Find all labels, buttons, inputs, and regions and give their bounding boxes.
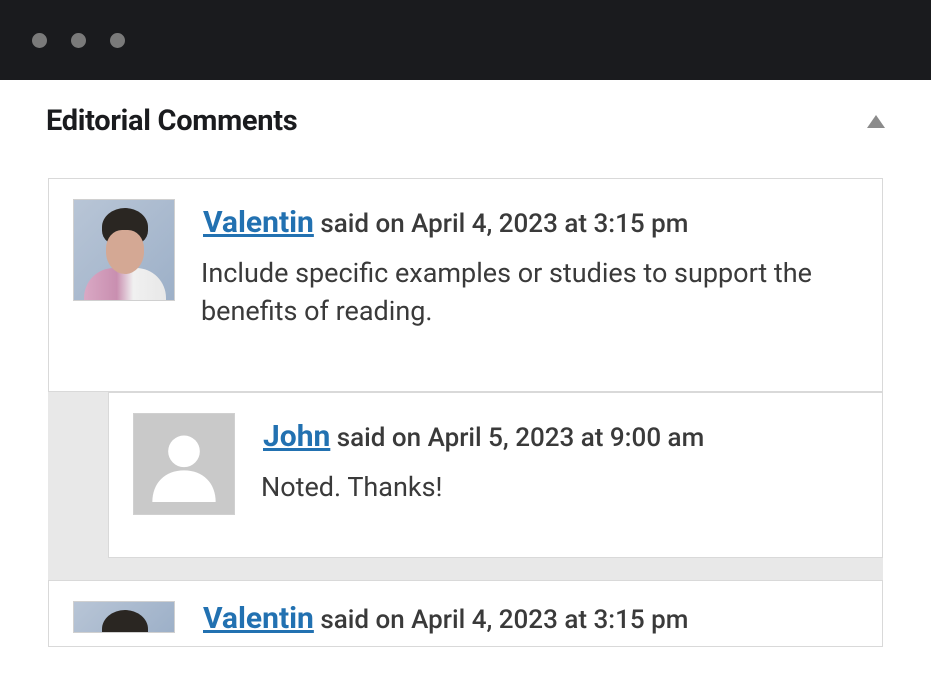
comment-meta: Valentin said on April 4, 2023 at 3:15 p… (203, 605, 858, 632)
comment-author-link[interactable]: Valentin (203, 601, 314, 636)
said-on-label: said on (337, 423, 421, 453)
comment-text: Noted. Thanks! (261, 468, 858, 506)
window-dot (110, 33, 125, 48)
comments-list: Valentin said on April 4, 2023 at 3:15 p… (48, 178, 883, 647)
comment-timestamp: April 5, 2023 at 9:00 am (428, 423, 705, 453)
panel-title: Editorial Comments (46, 104, 297, 138)
said-on-label: said on (320, 209, 404, 239)
comment-author-link[interactable]: John (263, 419, 330, 454)
window-dot (71, 33, 86, 48)
window-dot (32, 33, 47, 48)
comment-meta: Valentin said on April 4, 2023 at 3:15 p… (203, 205, 858, 240)
window-titlebar (0, 0, 931, 80)
comment-text: Include specific examples or studies to … (201, 254, 858, 331)
panel-header[interactable]: Editorial Comments (0, 80, 931, 148)
collapse-up-icon[interactable] (867, 115, 885, 128)
comment-item: Valentin said on April 4, 2023 at 3:15 p… (48, 580, 883, 647)
said-on-label: said on (320, 605, 404, 635)
avatar (73, 601, 175, 633)
comment-meta: John said on April 5, 2023 at 9:00 am (263, 419, 858, 454)
comment-timestamp: April 4, 2023 at 3:15 pm (411, 605, 688, 635)
avatar (73, 199, 175, 301)
comment-timestamp: April 4, 2023 at 3:15 pm (411, 209, 688, 239)
avatar-placeholder (133, 413, 235, 515)
comment-reply-item: John said on April 5, 2023 at 9:00 am No… (108, 392, 883, 558)
comment-author-link[interactable]: Valentin (203, 205, 314, 240)
person-icon (146, 426, 222, 502)
comment-item: Valentin said on April 4, 2023 at 3:15 p… (48, 178, 883, 392)
